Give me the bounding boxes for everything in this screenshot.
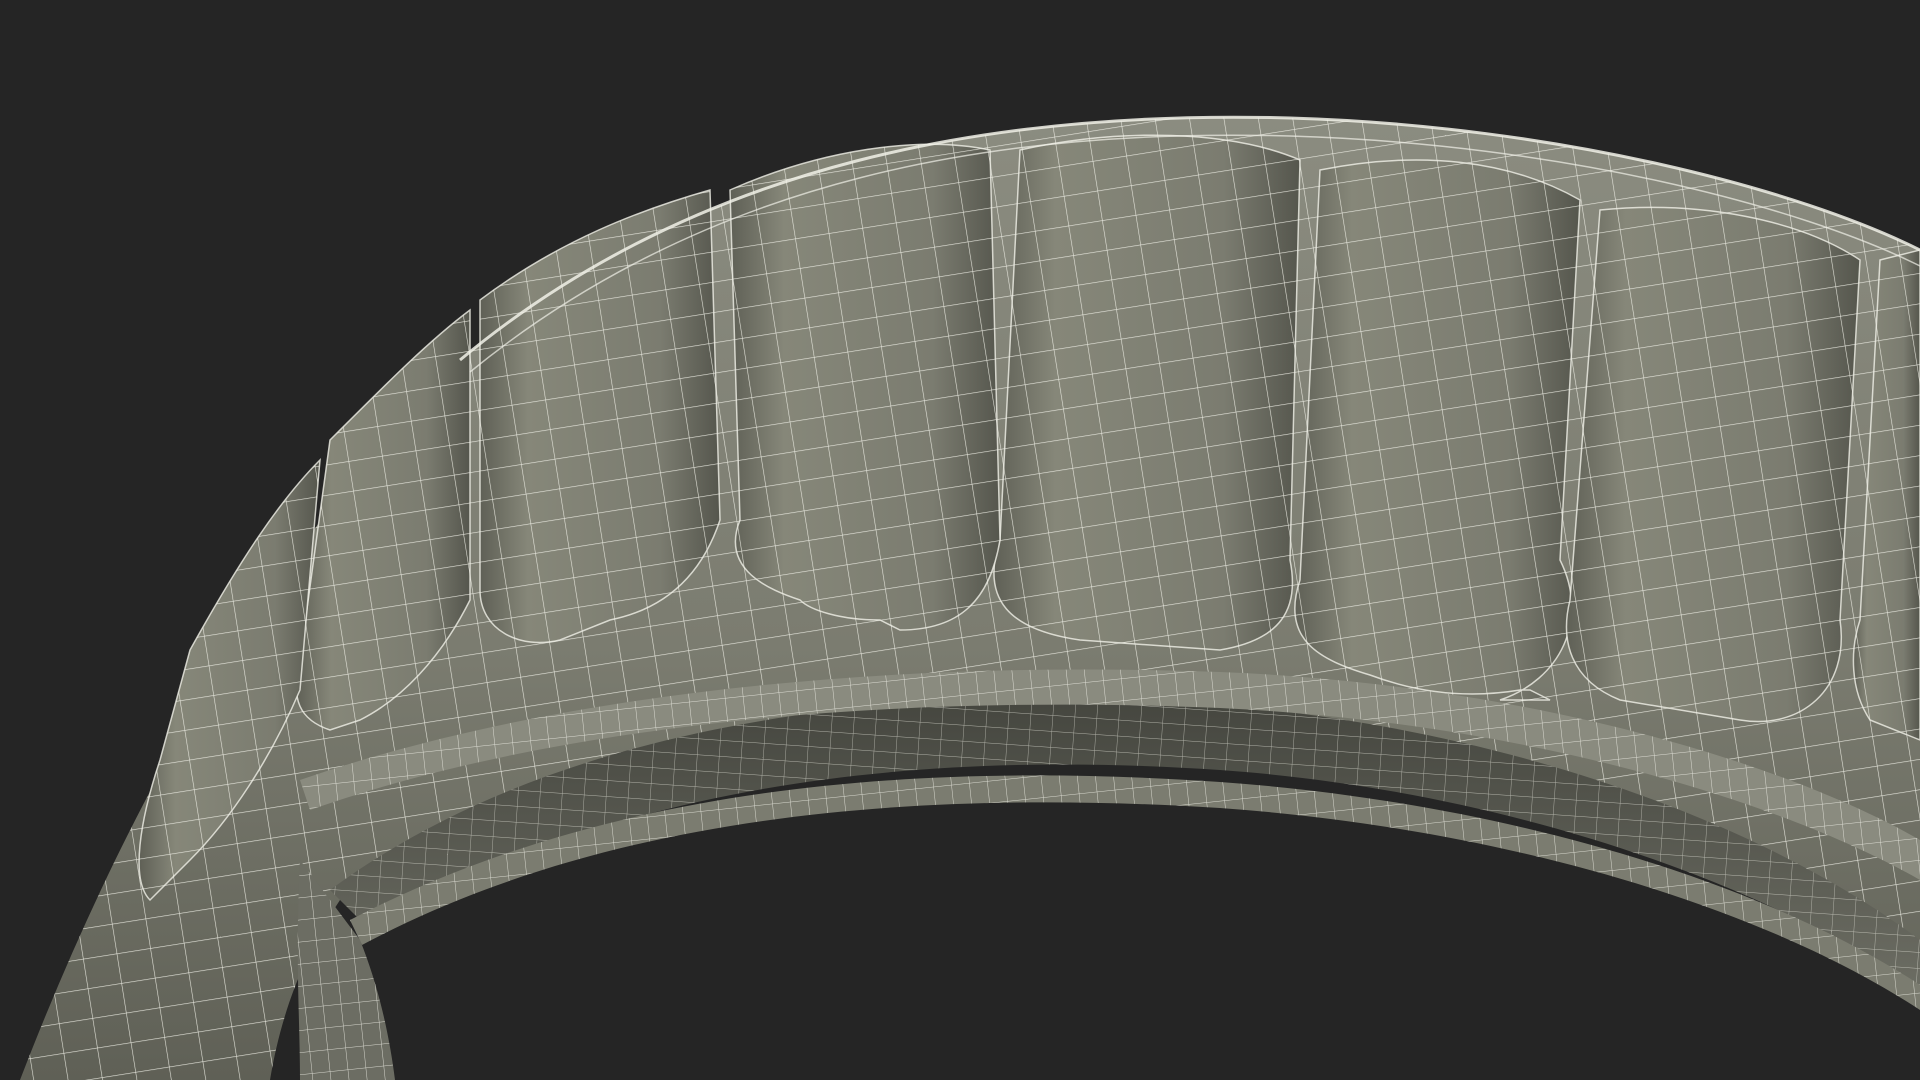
band-segment (1294, 159, 1581, 701)
band-segment (479, 189, 721, 644)
band-segment (993, 134, 1301, 651)
band-segment (729, 143, 1001, 631)
wireframe-band-render (20, 115, 1920, 1080)
band-segment (1565, 206, 1861, 723)
render-viewport (0, 0, 1920, 1080)
